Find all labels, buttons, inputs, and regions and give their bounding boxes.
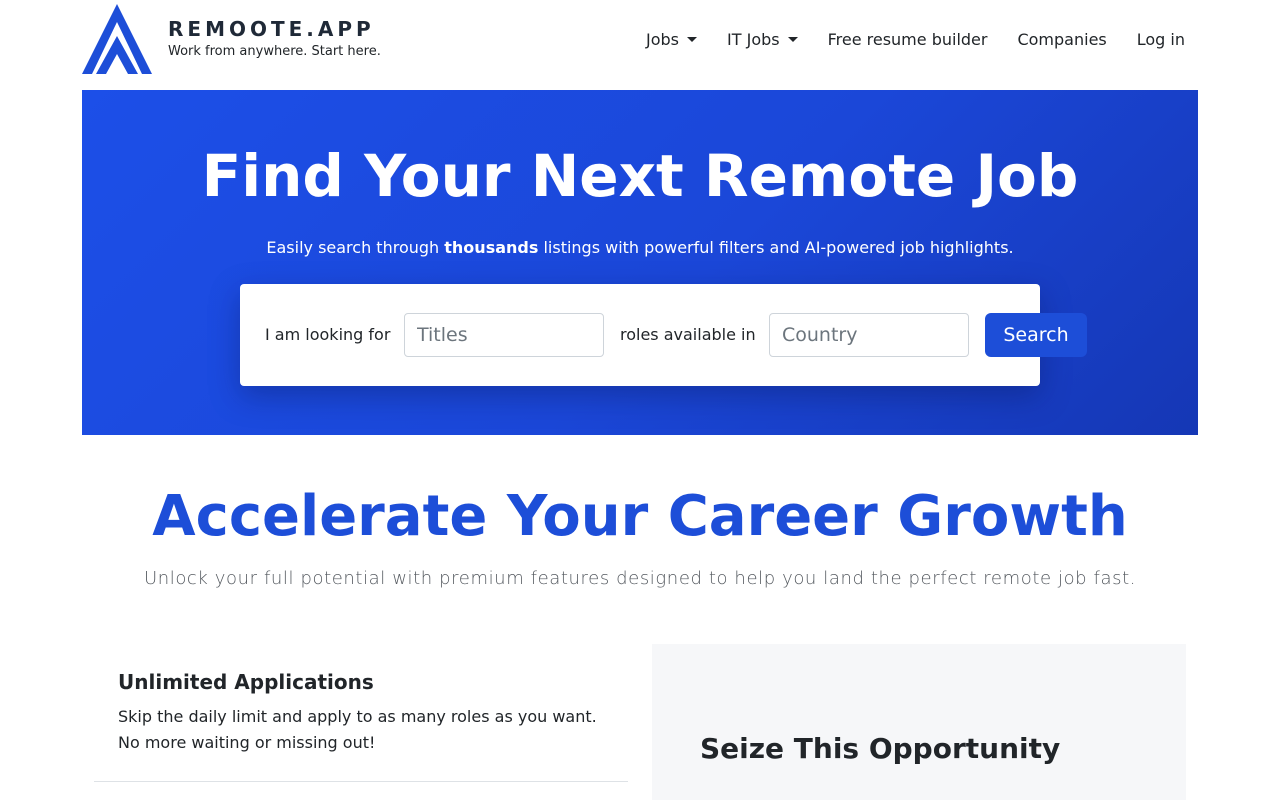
nav-companies[interactable]: Companies xyxy=(1017,30,1106,49)
hero-subtitle-start: Easily search through xyxy=(266,238,445,257)
search-button[interactable]: Search xyxy=(985,313,1087,357)
main-nav: Jobs IT Jobs Free resume builder Compani… xyxy=(646,28,1185,50)
hero-subtitle-end: listings with powerful filters and AI-po… xyxy=(538,238,1014,257)
hero-title: Find Your Next Remote Job xyxy=(201,142,1079,210)
feature-item: Unlimited Applications Skip the daily li… xyxy=(94,644,628,782)
promo-card: Seize This Opportunity xyxy=(652,644,1186,800)
nav-it-jobs[interactable]: IT Jobs xyxy=(727,30,798,49)
caret-down-icon xyxy=(687,37,698,42)
nav-resume-builder[interactable]: Free resume builder xyxy=(828,30,988,49)
nav-jobs[interactable]: Jobs xyxy=(646,29,698,49)
section-subtitle: Unlock your full potential with premium … xyxy=(143,568,1137,589)
nav-jobs-label: Jobs xyxy=(646,29,680,49)
feature-description: Skip the daily limit and apply to as man… xyxy=(118,707,597,752)
site-header: REMOOTE.APP Work from anywhere. Start he… xyxy=(0,0,1280,90)
country-input[interactable] xyxy=(769,313,969,357)
brand-name[interactable]: REMOOTE.APP xyxy=(168,17,375,41)
job-search-form: I am looking for roles available in Sear… xyxy=(240,284,1087,386)
nav-resume-builder-label: Free resume builder xyxy=(827,29,988,49)
hero-banner: Find Your Next Remote Job Easily search … xyxy=(82,90,1198,435)
nav-companies-label: Companies xyxy=(1017,29,1107,49)
nav-it-jobs-label: IT Jobs xyxy=(727,29,780,49)
roles-available-label: roles available in xyxy=(620,325,756,344)
brand-tagline: Work from anywhere. Start here. xyxy=(168,44,381,59)
remoote-logo-icon[interactable] xyxy=(82,4,152,74)
promo-title: Seize This Opportunity xyxy=(700,732,1061,765)
looking-for-label: I am looking for xyxy=(265,325,391,344)
titles-input[interactable] xyxy=(404,313,604,357)
nav-login-label: Log in xyxy=(1136,29,1185,49)
hero-subtitle-bold: thousands xyxy=(444,238,539,257)
nav-login[interactable]: Log in xyxy=(1137,30,1185,49)
hero-subtitle: Easily search through thousands listings… xyxy=(82,238,1198,257)
feature-title: Unlimited Applications xyxy=(118,670,374,694)
caret-down-icon xyxy=(787,37,798,42)
section-title: Accelerate Your Career Growth xyxy=(152,484,1128,549)
